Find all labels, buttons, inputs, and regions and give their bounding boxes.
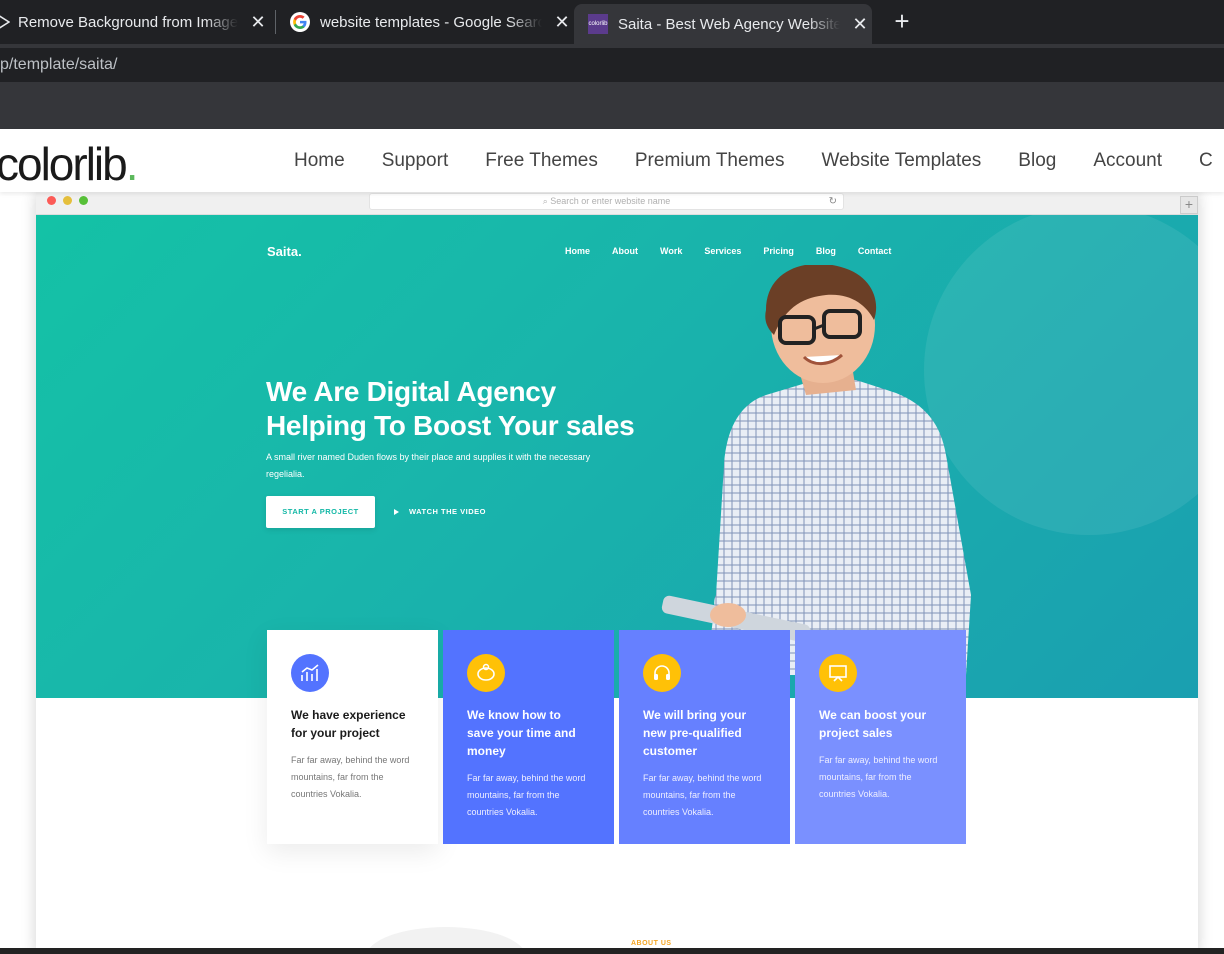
browser-tab-saita[interactable]: colorlib Saita - Best Web Agency Website…: [574, 4, 872, 44]
tab-title: website templates - Google Search: [320, 13, 542, 31]
card-title: We have experience for your project: [291, 708, 406, 740]
bookmark-bar: [0, 84, 1224, 129]
nav-website-templates[interactable]: Website Templates: [821, 150, 981, 172]
nav-cart[interactable]: C: [1199, 150, 1213, 172]
nav-free-themes[interactable]: Free Themes: [485, 150, 598, 172]
watch-video-button[interactable]: WATCH THE VIDEO: [394, 507, 486, 516]
colorlib-logo[interactable]: colorlib.: [0, 137, 139, 191]
browser-tab-bar: Remove Background from Image ✕ website t…: [0, 0, 1224, 44]
card-text: Far far away, behind the word mountains,…: [467, 773, 586, 817]
preview-window-chrome: ⌕ Search or enter website name ↻ +: [36, 192, 1198, 215]
close-icon[interactable]: ✕: [554, 12, 570, 33]
play-icon: [394, 509, 399, 516]
feature-card-boost-sales: We can boost your project sales Far far …: [795, 630, 966, 844]
colorlib-favicon: colorlib: [588, 14, 608, 34]
watch-video-label: WATCH THE VIDEO: [409, 507, 486, 516]
saita-nav-blog[interactable]: Blog: [816, 246, 836, 256]
saita-nav-pricing[interactable]: Pricing: [763, 246, 794, 256]
logo-text: colorlib: [0, 138, 128, 190]
window-minimize-dot: [63, 196, 72, 205]
about-us-label: ABOUT US: [631, 940, 672, 947]
tab-title: Remove Background from Image: [18, 13, 238, 31]
card-text: Far far away, behind the word mountains,…: [291, 755, 410, 799]
card-title: We can boost your project sales: [819, 708, 927, 740]
nav-blog[interactable]: Blog: [1018, 150, 1056, 172]
preview-search-placeholder: Search or enter website name: [550, 196, 671, 206]
feature-card-save-time: We know how to save your time and money …: [443, 630, 614, 844]
play-icon: [0, 15, 10, 29]
window-close-dot: [47, 196, 56, 205]
colorlib-nav: Home Support Free Themes Premium Themes …: [276, 129, 1224, 192]
tab-title: Saita - Best Web Agency Website: [618, 15, 840, 33]
template-preview: ⌕ Search or enter website name ↻ + Saita…: [36, 192, 1198, 954]
close-icon[interactable]: ✕: [250, 12, 266, 33]
logo-dot: .: [125, 138, 139, 190]
nav-premium-themes[interactable]: Premium Themes: [635, 150, 785, 172]
new-tab-button[interactable]: +: [890, 8, 914, 36]
saita-nav-services[interactable]: Services: [704, 246, 741, 256]
card-title: We will bring your new pre-qualified cus…: [643, 708, 747, 758]
saita-hero: Saita. Home About Work Services Pricing …: [36, 215, 1198, 698]
saita-logo[interactable]: Saita.: [267, 244, 302, 259]
preview-plus-button: +: [1180, 196, 1198, 214]
browser-tab-remove-bg[interactable]: Remove Background from Image ✕: [0, 0, 275, 44]
feature-card-customers: We will bring your new pre-qualified cus…: [619, 630, 790, 844]
saita-nav-home[interactable]: Home: [565, 246, 590, 256]
card-title: We know how to save your time and money: [467, 708, 576, 758]
nav-home[interactable]: Home: [294, 150, 345, 172]
address-bar-area: p/template/saita/: [0, 44, 1224, 84]
saita-nav-work[interactable]: Work: [660, 246, 682, 256]
url-field[interactable]: p/template/saita/: [0, 48, 1224, 82]
colorlib-header: colorlib. Home Support Free Themes Premi…: [0, 129, 1224, 192]
reload-icon: ↻: [828, 196, 837, 207]
card-text: Far far away, behind the word mountains,…: [819, 755, 938, 799]
browser-tab-google[interactable]: website templates - Google Search ✕: [276, 0, 572, 44]
preview-search-bar: ⌕ Search or enter website name ↻: [369, 193, 844, 210]
start-project-button[interactable]: START A PROJECT: [266, 496, 375, 528]
window-maximize-dot: [79, 196, 88, 205]
hero-subtitle: A small river named Duden flows by their…: [266, 452, 591, 479]
nav-account[interactable]: Account: [1093, 150, 1162, 172]
chart-icon: [291, 654, 329, 692]
close-icon[interactable]: ✕: [852, 14, 868, 35]
bottom-edge: [0, 948, 1224, 954]
saita-nav: Home About Work Services Pricing Blog Co…: [565, 246, 913, 256]
google-icon: [290, 12, 310, 32]
presentation-icon: [819, 654, 857, 692]
headset-icon: [643, 654, 681, 692]
feature-card-experience: We have experience for your project Far …: [267, 630, 438, 844]
piggy-bank-icon: [467, 654, 505, 692]
card-text: Far far away, behind the word mountains,…: [643, 773, 762, 817]
nav-support[interactable]: Support: [382, 150, 449, 172]
saita-nav-about[interactable]: About: [612, 246, 638, 256]
saita-nav-contact[interactable]: Contact: [858, 246, 892, 256]
